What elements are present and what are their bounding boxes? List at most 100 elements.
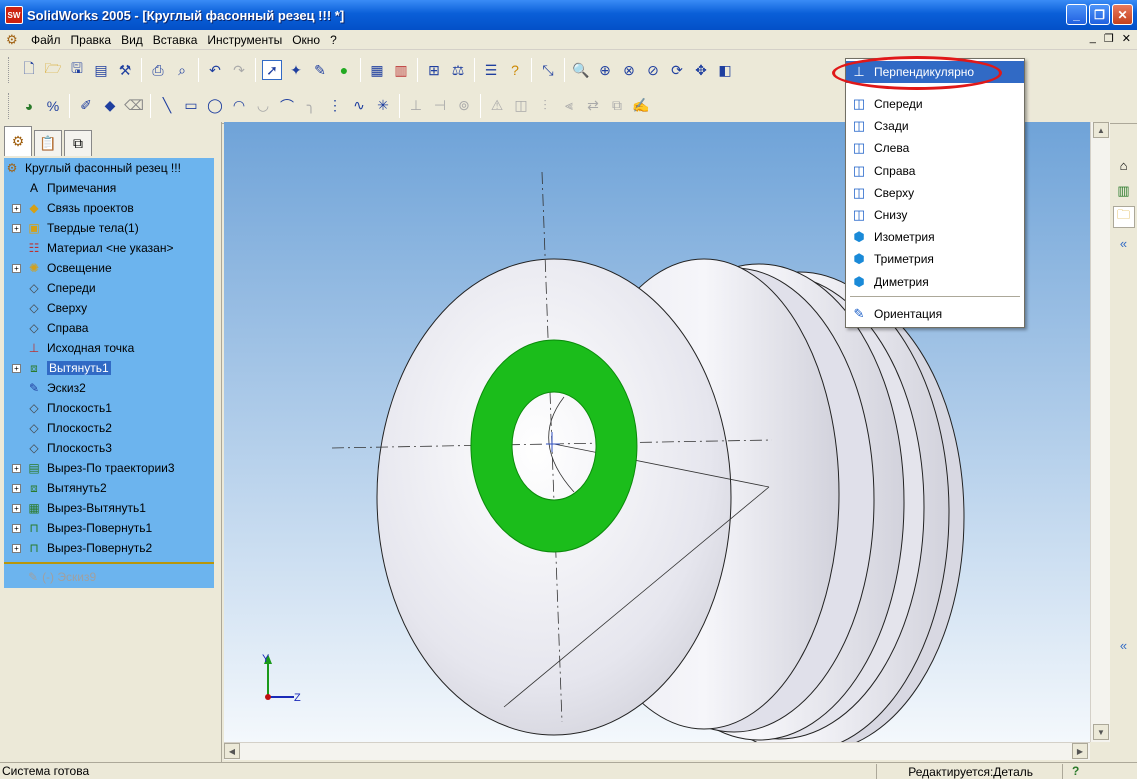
expand-toggle-icon[interactable]: + — [12, 203, 21, 213]
menu-tools[interactable]: Инструменты — [202, 33, 287, 47]
expand-pane-icon[interactable]: « — [1113, 634, 1135, 656]
menu-item-dimetric[interactable]: ⬢ Диметрия — [846, 271, 1024, 293]
rollback-item[interactable]: ✎ (-) Эскиз9 — [28, 570, 96, 584]
home-icon[interactable]: ⌂ — [1113, 154, 1135, 176]
line-icon[interactable]: ╲ — [157, 96, 177, 116]
menu-item-front[interactable]: ◫ Спереди — [846, 93, 1024, 115]
rectangle-icon[interactable]: ▭ — [181, 96, 201, 116]
tree-item[interactable]: ◇ Сверху — [4, 298, 214, 318]
tree-item[interactable]: + ✺ Освещение — [4, 258, 214, 278]
zoom-to-area-icon[interactable]: ⊕ — [595, 60, 615, 80]
print-preview-icon[interactable]: ⌕ — [172, 60, 192, 80]
file-explorer-icon[interactable]: 🗀 — [1112, 206, 1135, 228]
view-orientation-icon[interactable]: ◧ — [715, 60, 735, 80]
3point-arc-icon[interactable]: ⌒ — [277, 96, 297, 116]
solidworks-app-icon[interactable]: SW — [5, 6, 23, 24]
measure-icon[interactable]: ⊞ — [424, 60, 444, 80]
spline-icon[interactable]: ∿ — [349, 96, 369, 116]
tree-item[interactable]: ☷ Материал <не указан> — [4, 238, 214, 258]
extend-icon[interactable]: ⊣ — [430, 96, 450, 116]
horizontal-scrollbar[interactable]: ◀ ▶ — [224, 742, 1090, 760]
property-manager-tab-icon[interactable]: 📋 — [34, 130, 62, 156]
tree-item[interactable]: ⚙ Круглый фасонный резец !!! — [4, 158, 214, 178]
status-help-icon[interactable]: ? — [1072, 764, 1079, 778]
menu-item-bottom[interactable]: ◫ Снизу — [846, 204, 1024, 226]
mass-properties-icon[interactable]: ⚖ — [448, 60, 468, 80]
scroll-down-arrow[interactable]: ▼ — [1093, 724, 1109, 740]
undo-icon[interactable]: ↶ — [205, 60, 225, 80]
rollback-bar[interactable] — [4, 562, 214, 564]
expand-toggle-icon[interactable]: + — [12, 543, 21, 553]
tree-item[interactable]: A Примечания — [4, 178, 214, 198]
make-drawing-icon[interactable]: ▤ — [91, 60, 111, 80]
help-icon[interactable]: ? — [505, 60, 525, 80]
circle-icon[interactable]: ◯ — [205, 96, 225, 116]
tree-item[interactable]: + ⊓ Вырез-Повернуть2 — [4, 538, 214, 558]
scroll-left-arrow[interactable]: ◀ — [224, 743, 240, 759]
menu-view[interactable]: Вид — [116, 33, 148, 47]
tree-item[interactable]: + ▦ Вырез-Вытянуть1 — [4, 498, 214, 518]
mirror-icon[interactable]: ⚠ — [487, 96, 507, 116]
options-grid-icon[interactable]: ▦ — [367, 60, 387, 80]
zoom-to-fit-icon[interactable]: 🔍 — [571, 60, 591, 80]
trim-icon[interactable]: ⊥ — [406, 96, 426, 116]
select-pointer-icon[interactable]: ➚ — [262, 60, 282, 80]
menu-item-left[interactable]: ◫ Слева — [846, 137, 1024, 159]
menu-item-top[interactable]: ◫ Сверху — [846, 182, 1024, 204]
tree-item[interactable]: + ⧈ Вытянуть1 — [4, 358, 214, 378]
fillet-icon[interactable]: ╮ — [301, 96, 321, 116]
sketch-pencil-icon[interactable]: ✎ — [310, 60, 330, 80]
pan-icon[interactable]: ✥ — [691, 60, 711, 80]
copy-entities-icon[interactable]: ⧉ — [607, 96, 627, 116]
modify-sketch-icon[interactable]: ✍ — [631, 96, 651, 116]
tree-item[interactable]: ◇ Плоскость2 — [4, 418, 214, 438]
open-folder-icon[interactable]: 🗁 — [43, 60, 63, 80]
doc-minimize-button[interactable]: _ — [1090, 32, 1096, 45]
tree-item[interactable]: ◇ Плоскость1 — [4, 398, 214, 418]
new-document-icon[interactable]: 🗋 — [19, 60, 39, 80]
menu-item-back[interactable]: ◫ Сзади — [846, 115, 1024, 137]
tree-item[interactable]: ⊥ Исходная точка — [4, 338, 214, 358]
menu-help[interactable]: ? — [325, 33, 342, 47]
select-filter-icon[interactable]: ✦ — [286, 60, 306, 80]
convert-entities-icon[interactable]: ◫ — [511, 96, 531, 116]
menu-item-trimetric[interactable]: ⬢ Триметрия — [846, 248, 1024, 270]
expand-toggle-icon[interactable]: + — [12, 463, 21, 473]
expand-toggle-icon[interactable]: + — [12, 263, 21, 273]
point-icon[interactable]: ✳ — [373, 96, 393, 116]
sketch-icon[interactable]: ✐ — [76, 96, 96, 116]
tree-item[interactable]: ✎ Эскиз2 — [4, 378, 214, 398]
configuration-manager-tab-icon[interactable]: ⧉ — [64, 130, 92, 156]
doc-restore-button[interactable]: ❐ — [1104, 32, 1114, 45]
menu-edit[interactable]: Правка — [66, 33, 117, 47]
tree-item[interactable]: + ⊓ Вырез-Повернуть1 — [4, 518, 214, 538]
expand-toggle-icon[interactable]: + — [12, 523, 21, 533]
linear-pattern-icon[interactable]: ⫶ — [535, 96, 555, 116]
make-assembly-icon[interactable]: ⚒ — [115, 60, 135, 80]
collapse-pane-icon[interactable]: « — [1113, 232, 1135, 254]
expand-toggle-icon[interactable]: + — [12, 483, 21, 493]
redo-icon[interactable]: ↷ — [229, 60, 249, 80]
feature-manager-tab-icon[interactable]: ⚙ — [4, 126, 32, 156]
tree-item[interactable]: + ▤ Вырез-По траектории3 — [4, 458, 214, 478]
menu-item-isometric[interactable]: ⬢ Изометрия — [846, 226, 1024, 248]
toolbar-grip[interactable] — [8, 92, 11, 119]
tangent-arc-icon[interactable]: ◡ — [253, 96, 273, 116]
menu-file[interactable]: Файл — [26, 33, 66, 47]
expand-toggle-icon[interactable]: + — [12, 223, 21, 233]
centerpoint-arc-icon[interactable]: ◠ — [229, 96, 249, 116]
menu-item-right[interactable]: ◫ Справа — [846, 160, 1024, 182]
save-icon[interactable]: 🖫 — [67, 60, 87, 80]
zoom-to-selection-icon[interactable]: ⊘ — [643, 60, 663, 80]
rebuild-traffic-light-icon[interactable]: ● — [334, 60, 354, 80]
move-entities-icon[interactable]: ⇄ — [583, 96, 603, 116]
offset-icon[interactable]: ⊚ — [454, 96, 474, 116]
centerline-icon[interactable]: ⋮ — [325, 96, 345, 116]
scroll-up-arrow[interactable]: ▲ — [1093, 122, 1109, 138]
tree-item[interactable]: ◇ Плоскость3 — [4, 438, 214, 458]
sketch-relations-icon[interactable]: % — [43, 96, 63, 116]
tree-item[interactable]: + ⧈ Вытянуть2 — [4, 478, 214, 498]
tree-item[interactable]: + ◆ Связь проектов — [4, 198, 214, 218]
vertical-scrollbar[interactable]: ▲ ▼ — [1090, 122, 1110, 742]
menu-window[interactable]: Окно — [287, 33, 325, 47]
